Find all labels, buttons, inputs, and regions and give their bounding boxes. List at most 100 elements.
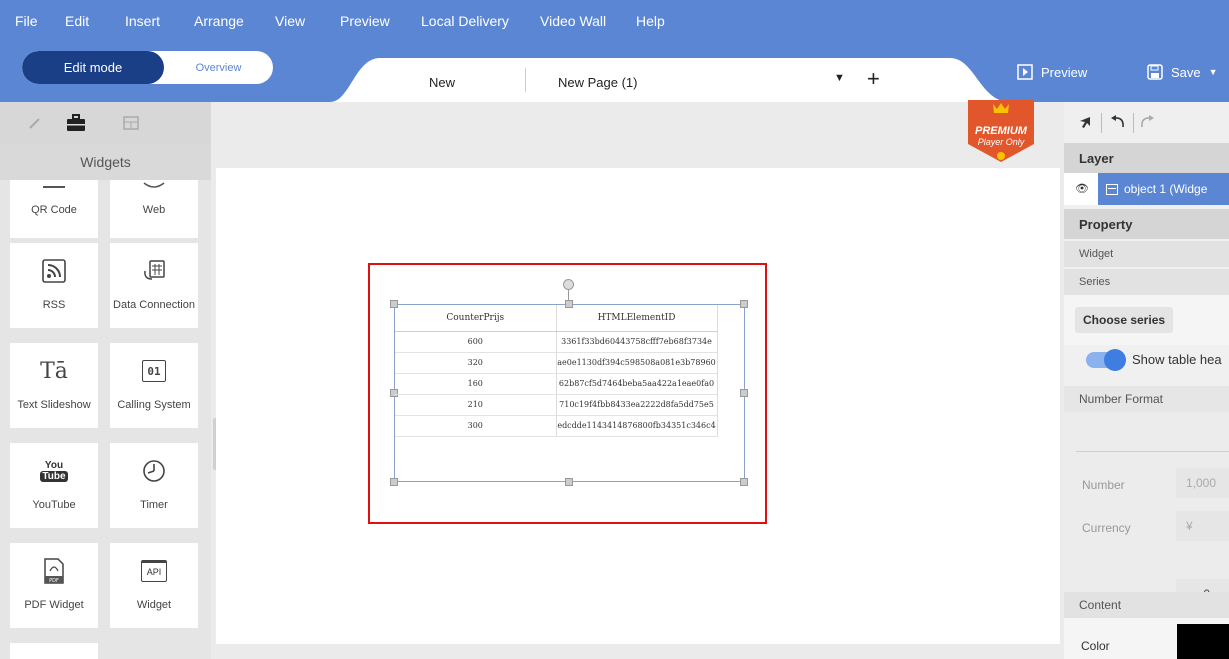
web-icon (143, 182, 165, 188)
menu-video-wall[interactable]: Video Wall (540, 13, 606, 29)
premium-subtitle: Player Only (978, 137, 1025, 147)
undo-icon (1111, 115, 1124, 128)
pen-icon (29, 118, 40, 129)
widgets-panel: Widgets QR Code Web RSS Data Connection … (0, 102, 211, 659)
data-connection-icon (110, 255, 198, 287)
mode-toggle[interactable]: Edit mode Overview (22, 51, 273, 84)
menu-help[interactable]: Help (636, 13, 665, 29)
api-widget-icon: API (110, 555, 198, 587)
widget-pdf[interactable]: PDF PDF Widget (10, 543, 98, 628)
visibility-eye-icon[interactable]: 👁 (1075, 182, 1089, 195)
table-header-cell: HTMLElementID (556, 305, 718, 332)
menu-file[interactable]: File (15, 13, 38, 29)
widgets-tab[interactable] (56, 102, 96, 144)
menu-view[interactable]: View (275, 13, 305, 29)
select-tool-button[interactable] (1074, 111, 1096, 133)
redo-icon (1141, 115, 1154, 128)
table-cell: 300 (395, 415, 557, 437)
color-swatch[interactable] (1177, 624, 1229, 659)
table-cell: ae0e1130df394c598508a081e3b78960 (556, 352, 718, 374)
table-cell: 210 (395, 394, 557, 416)
tab-new-page[interactable]: New Page (1) (558, 75, 637, 90)
widget-calling-system[interactable]: 01 Calling System (110, 343, 198, 428)
widget-label: Timer (140, 499, 168, 511)
save-button[interactable]: Save ▼ (1147, 64, 1218, 80)
color-label: Color (1081, 639, 1110, 653)
resize-handle-e[interactable] (740, 389, 748, 397)
premium-badge: PREMIUM Player Only (968, 100, 1034, 162)
resize-handle-sw[interactable] (390, 478, 398, 486)
widget-web[interactable]: Web (110, 180, 198, 238)
cursor-icon (1080, 117, 1090, 128)
table-cell: 600 (395, 331, 557, 353)
choose-series-button[interactable]: Choose series (1075, 307, 1174, 333)
widgets-title: Widgets (0, 144, 211, 180)
tab-divider (525, 68, 526, 92)
show-table-header-toggle[interactable] (1086, 349, 1126, 371)
widget-rss[interactable]: RSS (10, 243, 98, 328)
menu-arrange[interactable]: Arrange (194, 13, 244, 29)
pen-tab[interactable] (15, 102, 55, 144)
widget-more[interactable] (10, 643, 98, 659)
widget-layer-icon (1106, 183, 1118, 195)
menu-preview[interactable]: Preview (340, 13, 390, 29)
tab-new[interactable]: New (429, 75, 455, 90)
table-cell: 3361f33bd60443758cfff7eb68f3734e (556, 331, 718, 353)
widget-api[interactable]: API Widget (110, 543, 198, 628)
properties-panel: Layer 👁 object 1 (Widge Property Widget … (1064, 102, 1229, 659)
widget-label: RSS (42, 299, 66, 311)
data-table: CounterPrijs HTMLElementID 600 3361f33bd6… (395, 305, 718, 437)
toolbar-divider (1133, 113, 1134, 133)
table-cell: 320 (395, 352, 557, 374)
toolbar-divider (1101, 113, 1102, 133)
series-section[interactable]: Series (1064, 269, 1229, 295)
widget-label: Data Connection (113, 299, 195, 311)
top-bar: File Edit Insert Arrange View Preview Lo… (0, 0, 1229, 102)
widget-qr-code[interactable]: QR Code (10, 180, 98, 238)
overview-mode-button[interactable]: Overview (164, 51, 273, 84)
add-page-icon[interactable]: + (867, 68, 880, 90)
widget-label: Web (142, 204, 166, 216)
layer-row[interactable]: 👁 object 1 (Widge (1064, 173, 1229, 205)
undo-button[interactable] (1107, 111, 1129, 133)
briefcase-icon (67, 114, 85, 131)
page-dropdown-icon[interactable]: ▼ (834, 72, 845, 84)
save-dropdown-icon[interactable]: ▼ (1209, 67, 1218, 77)
resize-handle-ne[interactable] (740, 300, 748, 308)
table-row: 600 3361f33bd60443758cfff7eb68f3734e (395, 331, 718, 353)
table-row: 300 edcdde1143414876800fb34351c346c4 (395, 415, 718, 437)
resize-handle-s[interactable] (565, 478, 573, 486)
preview-button[interactable]: Preview (1017, 64, 1087, 80)
currency-option[interactable]: ¥ (1176, 511, 1229, 541)
number-format-option[interactable]: 1,000 (1176, 468, 1229, 498)
resize-handle-se[interactable] (740, 478, 748, 486)
layer-item-label: object 1 (Widge (1124, 182, 1208, 196)
widget-data-connection[interactable]: Data Connection (110, 243, 198, 328)
widget-text-slideshow[interactable]: Tā Text Slideshow (10, 343, 98, 428)
layout-icon (123, 116, 139, 130)
redo-button[interactable] (1136, 111, 1158, 133)
edit-toolbar (1064, 102, 1229, 144)
menu-edit[interactable]: Edit (65, 13, 89, 29)
save-label: Save (1171, 64, 1201, 80)
widget-timer[interactable]: Timer (110, 443, 198, 528)
content-section[interactable]: Content (1064, 592, 1229, 618)
table-header-row: CounterPrijs HTMLElementID (395, 305, 718, 332)
table-header-cell: CounterPrijs (395, 305, 557, 332)
preview-label: Preview (1041, 64, 1088, 80)
layout-tab[interactable] (111, 102, 151, 144)
number-format-input[interactable] (1076, 424, 1229, 452)
widget-youtube[interactable]: You Tube YouTube (10, 443, 98, 528)
number-format-section[interactable]: Number Format (1064, 386, 1229, 412)
edit-mode-button[interactable]: Edit mode (22, 51, 164, 84)
layer-item-object-1[interactable]: object 1 (Widge (1098, 173, 1229, 205)
menu-local-delivery[interactable]: Local Delivery (421, 13, 509, 29)
left-panel-tabs (0, 102, 211, 144)
table-row: 320 ae0e1130df394c598508a081e3b78960 (395, 352, 718, 374)
menu-insert[interactable]: Insert (125, 13, 160, 29)
property-header: Property (1064, 209, 1229, 239)
widget-section[interactable]: Widget (1064, 241, 1229, 267)
play-icon (1017, 64, 1033, 80)
currency-label: Currency (1082, 521, 1131, 535)
rotate-handle[interactable] (563, 279, 574, 290)
